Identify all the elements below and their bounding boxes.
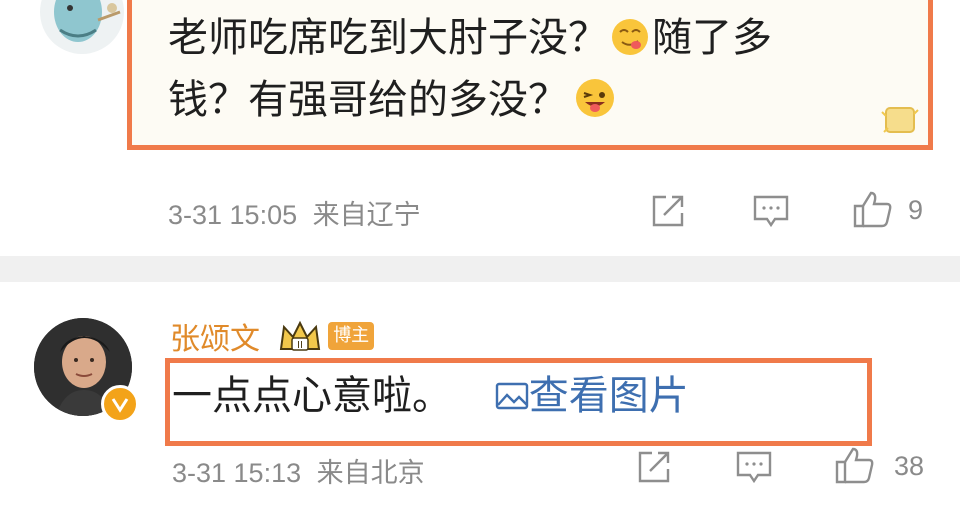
comment-meta: 3-31 15:05 来自辽宁	[168, 193, 421, 232]
comment-meta: 3-31 15:13 来自北京	[172, 451, 425, 490]
dinosaur-avatar-icon	[54, 0, 121, 42]
wink-tongue-emoji-icon	[574, 75, 616, 117]
comment-divider	[0, 256, 960, 282]
view-image-link[interactable]: 查看图片	[482, 373, 689, 419]
avatar[interactable]	[40, 0, 124, 54]
thumbs-up-icon	[835, 447, 874, 484]
share-button[interactable]	[636, 449, 672, 485]
share-icon	[638, 451, 670, 483]
username[interactable]: 张颂文	[170, 322, 260, 357]
timestamp: 3-31 15:13	[172, 458, 302, 488]
view-image-label[interactable]: 查看图片	[529, 373, 689, 419]
like-button[interactable]: 9	[852, 189, 942, 229]
location: 来自北京	[316, 458, 425, 489]
share-icon	[652, 195, 684, 227]
image-icon	[495, 382, 528, 410]
svg-text:II: II	[297, 340, 303, 351]
like-button[interactable]: 38	[834, 445, 954, 487]
comment-text-line: 老师吃席吃到大肘子没？	[168, 15, 608, 61]
verified-badge-icon	[101, 385, 139, 423]
reply-button[interactable]	[735, 449, 773, 485]
comment-icon	[753, 195, 789, 228]
crown-level-icon: II	[277, 319, 323, 353]
comment-icon	[736, 451, 772, 484]
comment-text-line: 随了多	[652, 15, 772, 61]
reply-button[interactable]	[752, 193, 790, 229]
location: 来自辽宁	[312, 200, 421, 231]
comment-text: 老师吃席吃到大肘子没？ 随了多 钱？有强哥给的多没？	[168, 7, 908, 131]
thumbs-up-icon	[853, 191, 892, 228]
tongue-emoji-icon	[610, 13, 650, 55]
comment-text-content: 一点点心意啦。	[172, 373, 452, 419]
share-button[interactable]	[650, 193, 686, 229]
comment-text: 一点点心意啦。 查看图片	[172, 365, 689, 427]
timestamp: 3-31 15:05	[168, 200, 298, 230]
decorative-sticker-icon	[878, 100, 922, 140]
comment-header: 张颂文 II 博主	[170, 314, 375, 358]
comment-text-line: 钱？有强哥给的多没？	[168, 77, 568, 123]
like-count: 38	[894, 451, 925, 481]
like-count: 9	[908, 195, 924, 225]
blogger-badge: 博主	[328, 322, 375, 350]
